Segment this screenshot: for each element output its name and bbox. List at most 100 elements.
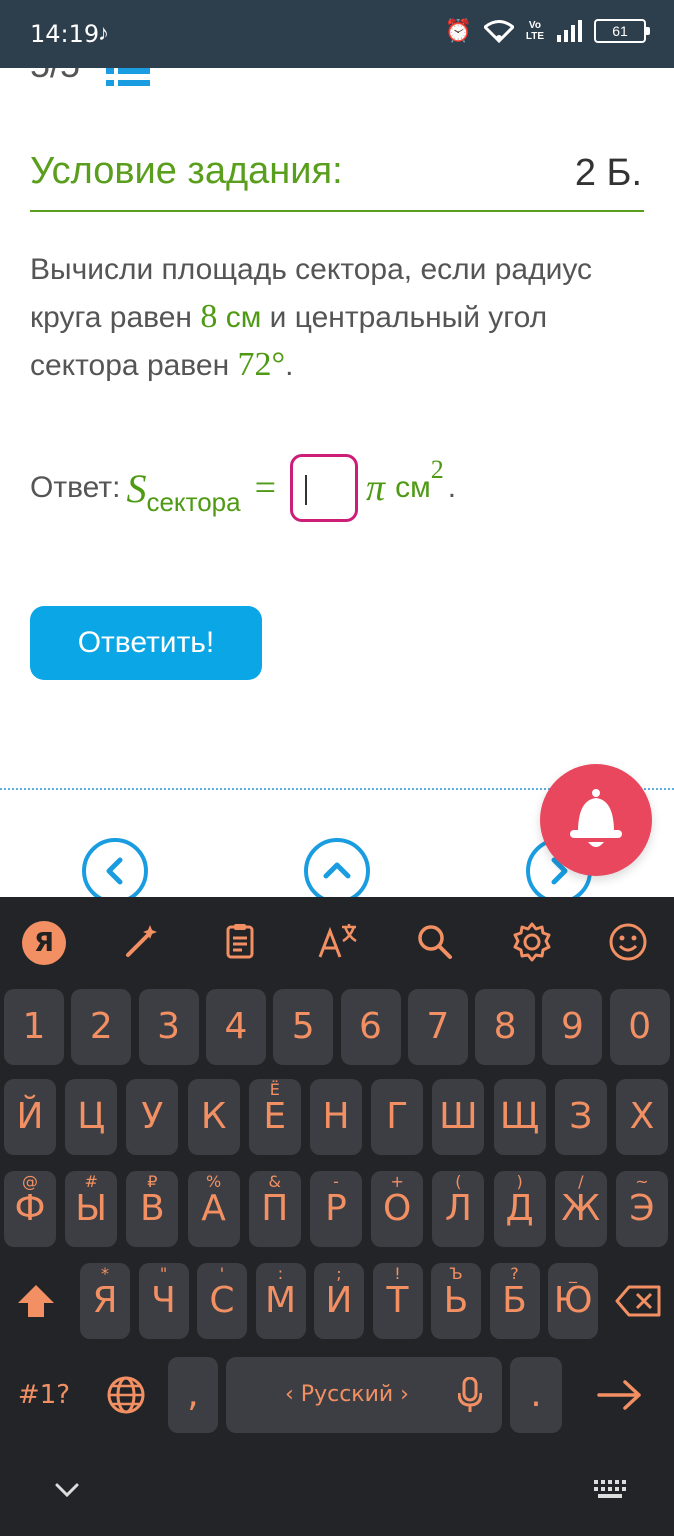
key-Х[interactable]: Х [616, 1079, 668, 1155]
key-Ш[interactable]: Ш [432, 1079, 485, 1155]
key-И[interactable]: ; И [314, 1263, 364, 1339]
wifi-icon [483, 20, 514, 43]
submit-button[interactable]: Ответить! [30, 606, 262, 680]
key-Ь[interactable]: ЪЬ [431, 1263, 481, 1339]
key-label: И [325, 1280, 353, 1321]
title-divider [30, 210, 644, 212]
key-hint: " [159, 1264, 168, 1283]
key-М[interactable]: :М [255, 1263, 306, 1339]
key-Й[interactable]: Й [4, 1079, 56, 1155]
volte-indicator: Vo LTE [525, 20, 544, 42]
previous-task-button[interactable] [82, 838, 148, 904]
key-6[interactable]: 6 [340, 989, 401, 1065]
task-list-icon[interactable] [106, 68, 150, 86]
key-label: О [383, 1188, 412, 1229]
key-Е[interactable]: ЁЕ [248, 1079, 301, 1155]
shift-key[interactable] [4, 1263, 68, 1339]
status-bar: 14:19 ♪ ⏰ Vo LTE 61 [0, 0, 674, 68]
problem-text-part3: . [285, 349, 294, 382]
key-1[interactable]: 1 [4, 989, 64, 1065]
key-Д[interactable]: ) Д [493, 1171, 546, 1247]
key-hint: Ъ [449, 1264, 463, 1283]
key-Ж[interactable]: / Ж [554, 1171, 607, 1247]
key-hint: / [578, 1172, 584, 1191]
key-В[interactable]: ₽ В [126, 1171, 179, 1247]
key-С[interactable]: ' С [197, 1263, 247, 1339]
enter-key[interactable] [570, 1357, 670, 1433]
yandex-icon[interactable]: Я [22, 921, 66, 965]
answer-label: Ответ: [30, 471, 121, 504]
key-Я[interactable]: * Я [80, 1263, 130, 1339]
key-Б[interactable]: ? Б [489, 1263, 540, 1339]
key-label: Т [386, 1280, 409, 1321]
emoji-icon[interactable] [606, 921, 650, 965]
key-Щ[interactable]: Щ [493, 1079, 546, 1155]
language-key[interactable] [88, 1357, 164, 1433]
arrow-right-icon [597, 1380, 641, 1410]
comma-key[interactable]: , [168, 1357, 218, 1433]
task-condition-title: Условие задания: [30, 150, 343, 192]
key-Г[interactable]: Г [371, 1079, 424, 1155]
key-Ц[interactable]: Ц [65, 1079, 118, 1155]
answer-unit-power: 2 [430, 455, 444, 484]
scroll-up-button[interactable] [304, 838, 370, 904]
key-0[interactable]: 0 [609, 989, 670, 1065]
key-7[interactable]: 7 [407, 989, 468, 1065]
key-hint: : [277, 1264, 284, 1283]
answer-input[interactable] [290, 454, 359, 522]
key-9[interactable]: 9 [542, 989, 603, 1065]
search-icon[interactable] [412, 921, 456, 965]
answer-pi: π [366, 467, 386, 509]
key-hint: ' [219, 1264, 225, 1283]
key-label: С [209, 1280, 235, 1321]
key-Р[interactable]: -Р [310, 1171, 362, 1247]
radius-unit: см [225, 301, 262, 334]
space-key-label: ‹ Русский › [285, 1382, 409, 1407]
key-5[interactable]: 5 [273, 989, 334, 1065]
key-Н[interactable]: Н [310, 1079, 362, 1155]
key-Л[interactable]: (Л [432, 1171, 485, 1247]
clipboard-icon[interactable] [218, 921, 262, 965]
key-label: А [201, 1188, 226, 1229]
key-У[interactable]: У [126, 1079, 179, 1155]
settings-gear-icon[interactable] [510, 921, 554, 965]
key-4[interactable]: 4 [205, 989, 266, 1065]
key-hint: ; [336, 1264, 342, 1283]
key-label: Е [263, 1096, 287, 1137]
space-key[interactable]: ‹ Русский › [226, 1357, 502, 1433]
key-Э[interactable]: ~ Э [616, 1171, 668, 1247]
problem-text: Вычисли площадь сектора, если радиус кру… [30, 246, 610, 389]
answer-variable: S [126, 465, 147, 511]
key-8[interactable]: 8 [475, 989, 536, 1065]
key-Ю[interactable]: _ Ю [548, 1263, 598, 1339]
key-label: Я [92, 1280, 118, 1321]
key-Т[interactable]: ! Т [372, 1263, 423, 1339]
period-key[interactable]: . [510, 1357, 562, 1433]
key-Ы[interactable]: # Ы [65, 1171, 118, 1247]
shift-arrow-icon [18, 1285, 54, 1317]
translate-icon[interactable] [316, 921, 360, 965]
keyboard-switch-icon[interactable] [594, 1480, 626, 1500]
key-К[interactable]: К [187, 1079, 240, 1155]
magic-wand-icon[interactable] [120, 921, 164, 965]
key-label: Ь [443, 1280, 469, 1321]
key-П[interactable]: & П [248, 1171, 301, 1247]
symbols-key[interactable]: #1? [4, 1357, 84, 1433]
key-А[interactable]: % А [187, 1171, 240, 1247]
key-О[interactable]: + О [371, 1171, 424, 1247]
key-hint: ? [510, 1264, 519, 1283]
battery-icon: 61 [594, 19, 650, 43]
key-label: Л [444, 1188, 472, 1229]
key-label: П [261, 1188, 289, 1229]
hide-keyboard-icon[interactable] [54, 1482, 80, 1498]
key-hint: @ [22, 1172, 38, 1191]
key-3[interactable]: 3 [138, 989, 199, 1065]
alarm-icon: ⏰ [444, 18, 472, 43]
key-Ч[interactable]: " Ч [138, 1263, 189, 1339]
backspace-key[interactable] [606, 1263, 670, 1339]
key-Ф[interactable]: @ Ф [4, 1171, 56, 1247]
key-label: Ч [151, 1280, 176, 1321]
key-З[interactable]: З [554, 1079, 607, 1155]
key-2[interactable]: 2 [71, 989, 132, 1065]
notifications-button[interactable] [540, 764, 652, 876]
